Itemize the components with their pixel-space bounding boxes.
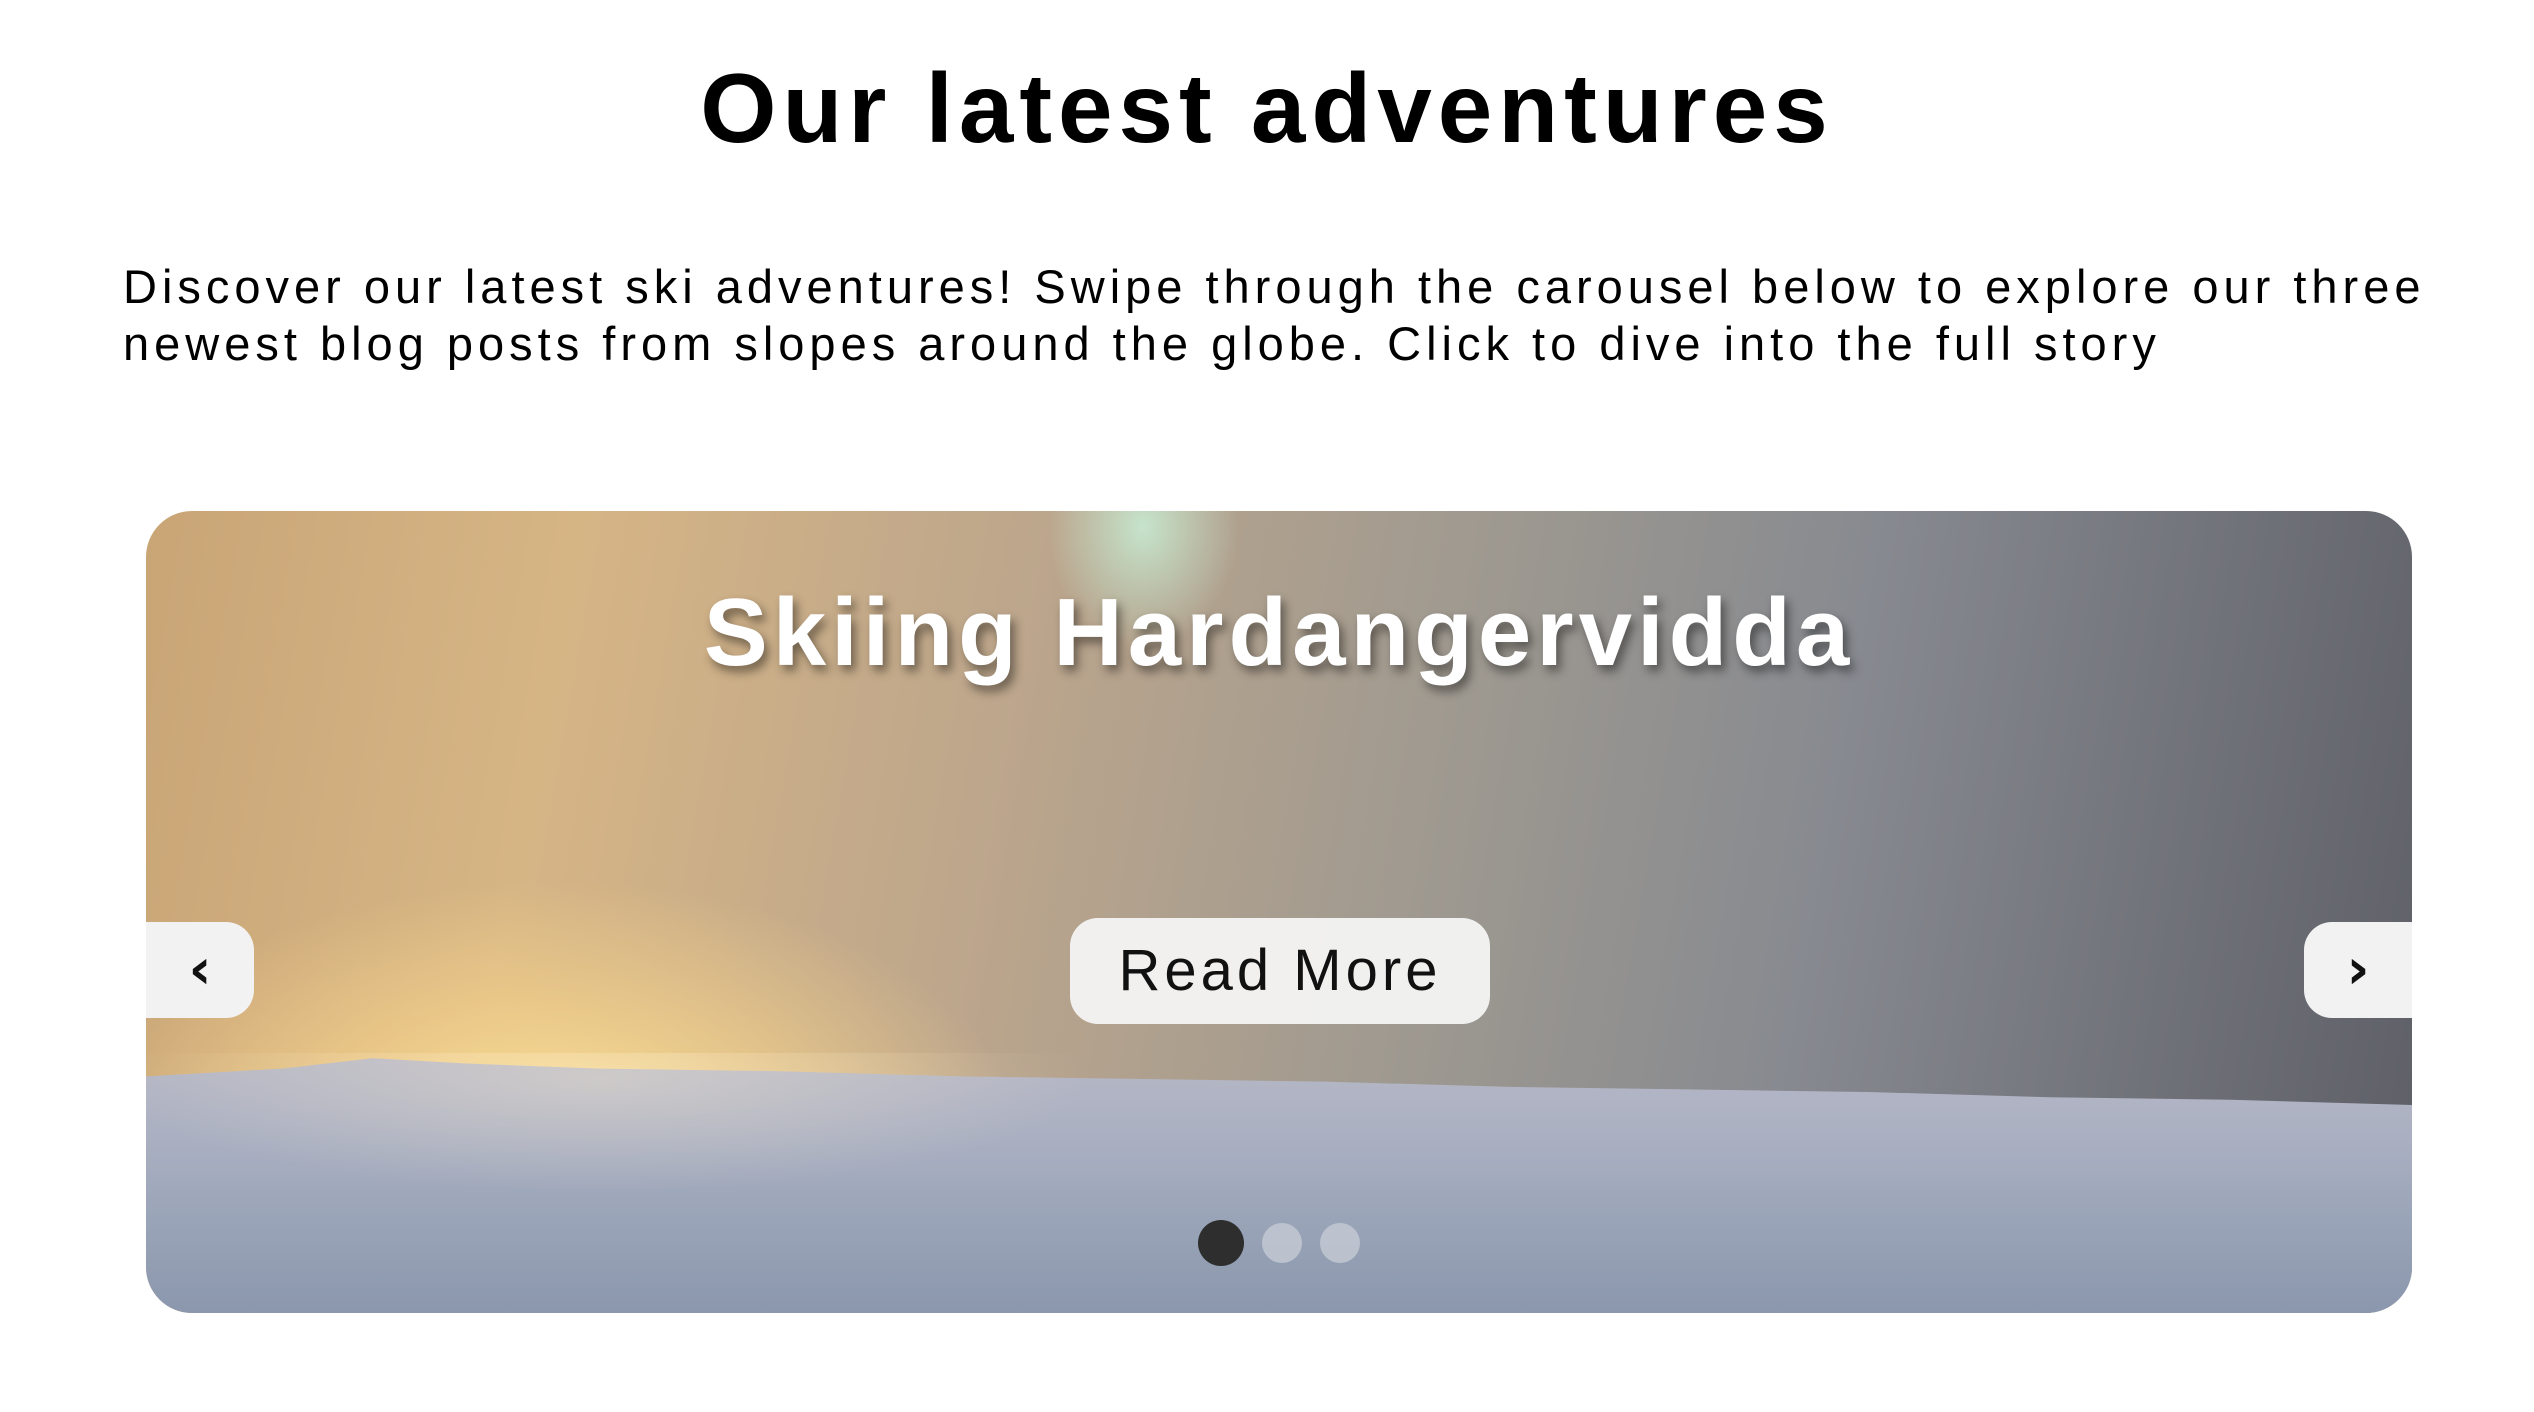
next-slide-button[interactable]: › xyxy=(2304,922,2412,1018)
blog-carousel[interactable]: Skiing Hardangervidda Read More ‹ › xyxy=(146,511,2412,1313)
carousel-dot-1[interactable] xyxy=(1198,1220,1244,1266)
page: Our latest adventures Discover our lates… xyxy=(0,0,2534,1412)
chevron-right-icon: › xyxy=(2346,937,2370,1002)
slide-title: Skiing Hardangervidda xyxy=(703,579,1855,686)
previous-slide-button[interactable]: ‹ xyxy=(146,922,254,1018)
carousel-indicators xyxy=(146,1220,2412,1266)
read-more-button[interactable]: Read More xyxy=(1070,918,1490,1024)
carousel-dot-3[interactable] xyxy=(1320,1223,1360,1263)
page-title: Our latest adventures xyxy=(700,53,1834,163)
chevron-left-icon: ‹ xyxy=(188,937,212,1002)
intro-text: Discover our latest ski adventures! Swip… xyxy=(123,260,2426,370)
carousel-dot-2[interactable] xyxy=(1262,1223,1302,1263)
